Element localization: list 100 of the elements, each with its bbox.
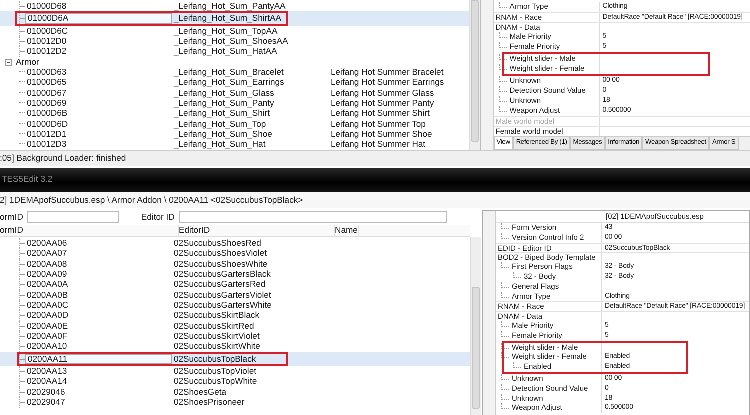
editor-id-cell-text: 02SuccubusTopViolet xyxy=(173,366,258,376)
record-row[interactable]: 0200AA0A 02SuccubusGartersRed xyxy=(0,279,470,290)
editor-id-cell-text: 02SuccubusSkirtRed xyxy=(173,320,256,332)
editor-id-cell-text: _Leifang_Hot_Sum_Shoe xyxy=(172,129,274,140)
form-id-cell-text: 01000D6B xyxy=(26,108,68,119)
editor-id-cell-text: _Leifang_Hot_Sum_ShoesAA xyxy=(172,36,290,46)
record-row[interactable]: 01000D63 _Leifang_Hot_Sum_Bracelet Leifang Hot Summer Bracelet xyxy=(0,67,469,78)
form-id-cell-text: 0200AA0D xyxy=(26,310,69,321)
editor-id-cell-text: _Leifang_Hot_Sum_Earrings xyxy=(172,77,286,88)
editor-id-cell-text: 02SuccubusSkirtBlack xyxy=(173,310,261,321)
editor-id-cell-text: 02SuccubusGartersWhite xyxy=(173,300,273,310)
editor-id-cell-text: _Leifang_Hot_Sum_Glass xyxy=(172,88,276,98)
scrollbar[interactable] xyxy=(470,237,481,415)
form-id-cell-text: 01000D6D xyxy=(26,118,68,130)
record-row[interactable]: 010012D2 _Leifang_Hot_Sum_HatAA xyxy=(0,46,469,57)
record-row[interactable]: 02029046 02ShoesGeta xyxy=(0,386,470,398)
form-id-cell-text: 0200AA13 xyxy=(26,366,68,376)
editor-id-cell-text: 02SuccubusGartersViolet xyxy=(173,290,272,300)
editor-id-cell-text: 02SuccubusShoesViolet xyxy=(173,248,268,259)
column-header[interactable]: Name xyxy=(335,225,359,236)
form-id-field[interactable] xyxy=(27,210,120,222)
form-id-cell: 01000D6A xyxy=(25,13,172,24)
name-cell-text: Leifang Hot Summer Earrings xyxy=(330,77,444,88)
editor-id-cell-text: _Leifang_Hot_Sum_ShirtAA xyxy=(172,13,282,24)
form-id-cell-text: 0200AA07 xyxy=(26,248,68,259)
editor-id-cell-text: 02SuccubusGartersBlack xyxy=(173,269,272,280)
column-header[interactable]: ormID xyxy=(0,225,179,236)
record-row[interactable]: 0200AA0B 02SuccubusGartersViolet xyxy=(0,290,470,300)
record-row[interactable]: 010012D1 _Leifang_Hot_Sum_Shoe Leifang Hot Summer Shoe xyxy=(0,129,469,140)
record-row[interactable]: 01000D68 _Leifang_Hot_Sum_PantyAA xyxy=(0,1,469,12)
record-row[interactable]: 01000D6C _Leifang_Hot_Sum_TopAA xyxy=(0,26,469,36)
record-row[interactable]: 0200AA0D 02SuccubusSkirtBlack xyxy=(0,310,470,321)
record-row[interactable]: 0200AA10 02SuccubusSkirtWhite xyxy=(0,341,470,352)
editor-id-cell-text: _Leifang_Hot_Sum_Shirt xyxy=(172,108,272,119)
name-cell-text: Leifang Hot Summer Glass xyxy=(330,88,434,98)
record-row[interactable]: 0200AA13 02SuccubusTopViolet xyxy=(0,366,470,376)
field-label: Editor ID xyxy=(141,212,175,222)
editor-id-cell-text: 02SuccubusTopBlack xyxy=(173,354,258,364)
editor-id-field[interactable] xyxy=(178,210,447,222)
name-cell-text: Leifang Hot Summer Top xyxy=(330,118,426,130)
record-row[interactable]: 01000D6A _Leifang_Hot_Sum_ShirtAA xyxy=(0,11,469,26)
form-id-cell-text: 0200AA09 xyxy=(26,269,68,280)
name-cell-text: Leifang Hot Summer Shirt xyxy=(330,108,430,119)
editor-id-cell-text: _Leifang_Hot_Sum_TopAA xyxy=(172,26,279,36)
form-id-cell-text: 0200AA0E xyxy=(26,320,68,332)
editor-id-cell-text: _Leifang_Hot_Sum_Bracelet xyxy=(172,67,285,78)
form-id-cell-text: 01000D65 xyxy=(26,77,67,88)
editor-id-cell-text: 02SuccubusSkirtViolet xyxy=(173,331,261,342)
record-row[interactable]: 01000D6D _Leifang_Hot_Sum_Top Leifang Hot Summer Top xyxy=(0,118,469,130)
form-id-cell-text: 01000D6C xyxy=(26,26,68,36)
editor-id-cell-text: _Leifang_Hot_Sum_PantyAA xyxy=(172,1,287,12)
editor-id-cell-text: _Leifang_Hot_Sum_Panty xyxy=(172,98,276,108)
record-row[interactable]: 0200AA06 02SuccubusShoesRed xyxy=(0,238,470,248)
record-row[interactable]: 01000D69 _Leifang_Hot_Sum_Panty Leifang Hot Summer Panty xyxy=(0,98,469,108)
form-id-cell-text: 010012D1 xyxy=(26,129,67,140)
record-row[interactable]: 0200AA0F 02SuccubusSkirtViolet xyxy=(0,331,470,342)
form-id-cell-text: 0200AA08 xyxy=(26,258,68,270)
record-row[interactable]: 010012D0 _Leifang_Hot_Sum_ShoesAA xyxy=(0,36,469,46)
splitter-bar[interactable] xyxy=(480,0,494,150)
editor-id-cell-text: 02SuccubusShoesWhite xyxy=(173,258,269,270)
record-row[interactable]: 0200AA09 02SuccubusGartersBlack xyxy=(0,269,470,280)
record-row[interactable]: 01000D65 _Leifang_Hot_Sum_Earrings Leifang Hot Summer Earrings xyxy=(0,77,469,88)
form-id-cell-text: 01000D69 xyxy=(26,98,67,108)
field-label: ormID xyxy=(0,212,24,222)
form-id-cell-text: 0200AA10 xyxy=(26,341,68,352)
record-row[interactable]: 0200AA0E 02SuccubusSkirtRed xyxy=(0,320,470,332)
record-row[interactable]: 02029047 02ShoesPrisoneer xyxy=(0,397,470,408)
editor-id-cell-text: 02ShoesPrisoneer xyxy=(173,397,246,408)
collapse-icon[interactable] xyxy=(5,58,12,66)
form-id-cell-text: 02029046 xyxy=(26,386,66,398)
name-cell-text: Leifang Hot Summer Panty xyxy=(330,98,434,108)
scrollbar[interactable] xyxy=(468,0,480,150)
record-row[interactable]: 01000D67 _Leifang_Hot_Sum_Glass Leifang Hot Summer Glass xyxy=(0,88,469,98)
name-cell-text: Leifang Hot Summer Bracelet xyxy=(330,67,444,78)
name-cell-text: Leifang Hot Summer Hat xyxy=(330,139,426,150)
status-text: :05] Background Loader: finished xyxy=(0,153,126,163)
record-path: 2] 1DEMApofSuccubus.esp \ Armor Addon \ 0200AA11 <02SuccubusTopBlack> xyxy=(0,195,304,205)
editor-id-cell-text: 02ShoesGeta xyxy=(173,386,228,398)
record-row[interactable]: 010012D3 _Leifang_Hot_Sum_Hat Leifang Hot Summer Hat xyxy=(0,139,469,150)
title-bar: TES5Edit 3.2 xyxy=(0,168,750,192)
editor-id-cell-text: 02SuccubusGartersRed xyxy=(173,279,267,290)
form-id-cell-text: 010012D3 xyxy=(26,139,67,150)
form-id-cell-text: 02029047 xyxy=(26,397,66,408)
record-row[interactable]: 01000D6B _Leifang_Hot_Sum_Shirt Leifang Hot Summer Shirt xyxy=(0,108,469,119)
editor-id-cell-text: _Leifang_Hot_Sum_Top xyxy=(172,118,268,130)
editor-id-cell-text: 02SuccubusSkirtWhite xyxy=(173,341,262,352)
splitter-bar[interactable] xyxy=(483,211,496,415)
form-id-cell-text: 010012D2 xyxy=(26,46,67,57)
editor-id-cell-text: 02SuccubusTopWhite xyxy=(173,376,258,387)
form-id-cell-text: 0200AA0C xyxy=(26,300,69,310)
group-label: Armor xyxy=(16,56,40,68)
record-row[interactable]: 0200AA11 02SuccubusTopBlack xyxy=(0,352,470,366)
form-id-cell-text: 0200AA0B xyxy=(26,290,68,300)
record-row[interactable]: 0200AA08 02SuccubusShoesWhite xyxy=(0,258,470,270)
form-id-cell-text: 01000D68 xyxy=(26,1,67,12)
record-row[interactable]: 0200AA07 02SuccubusShoesViolet xyxy=(0,248,470,259)
record-row[interactable]: 0200AA14 02SuccubusTopWhite xyxy=(0,376,470,387)
form-id-cell-text: 0200AA14 xyxy=(26,376,68,387)
column-header[interactable]: EditorID xyxy=(179,225,335,236)
record-row[interactable]: 0200AA0C 02SuccubusGartersWhite xyxy=(0,300,470,310)
